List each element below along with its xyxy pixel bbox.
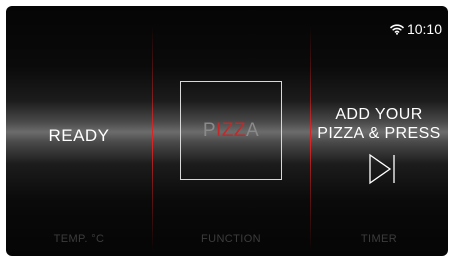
instruction-line-1: ADD YOUR [335, 106, 423, 123]
pizza-logo-end: A [246, 119, 260, 141]
clock-time: 10:10 [406, 21, 442, 37]
temp-label: TEMP. °C [53, 233, 105, 245]
start-button[interactable] [367, 152, 399, 186]
pizza-logo-start: P [202, 119, 216, 141]
function-select-pizza[interactable]: P IZZ A [180, 81, 282, 180]
instruction-line-2: PIZZA & PRESS [317, 125, 441, 142]
oven-display-panel: 10:10 READY P IZZ A ADD YOUR PIZZA & PRESS… [6, 6, 448, 256]
instruction-message: ADD YOUR PIZZA & PRESS [310, 105, 448, 143]
pizza-logo: P IZZ A [203, 120, 259, 142]
section-divider-left [152, 26, 153, 251]
status-bar: 10:10 [390, 22, 442, 36]
skip-next-icon [367, 152, 399, 186]
pizza-logo-middle: IZZ [216, 119, 246, 141]
function-label: FUNCTION [200, 233, 262, 245]
wifi-icon [390, 23, 404, 35]
ready-status-text: READY [48, 126, 110, 145]
timer-label: TIMER [360, 233, 398, 245]
